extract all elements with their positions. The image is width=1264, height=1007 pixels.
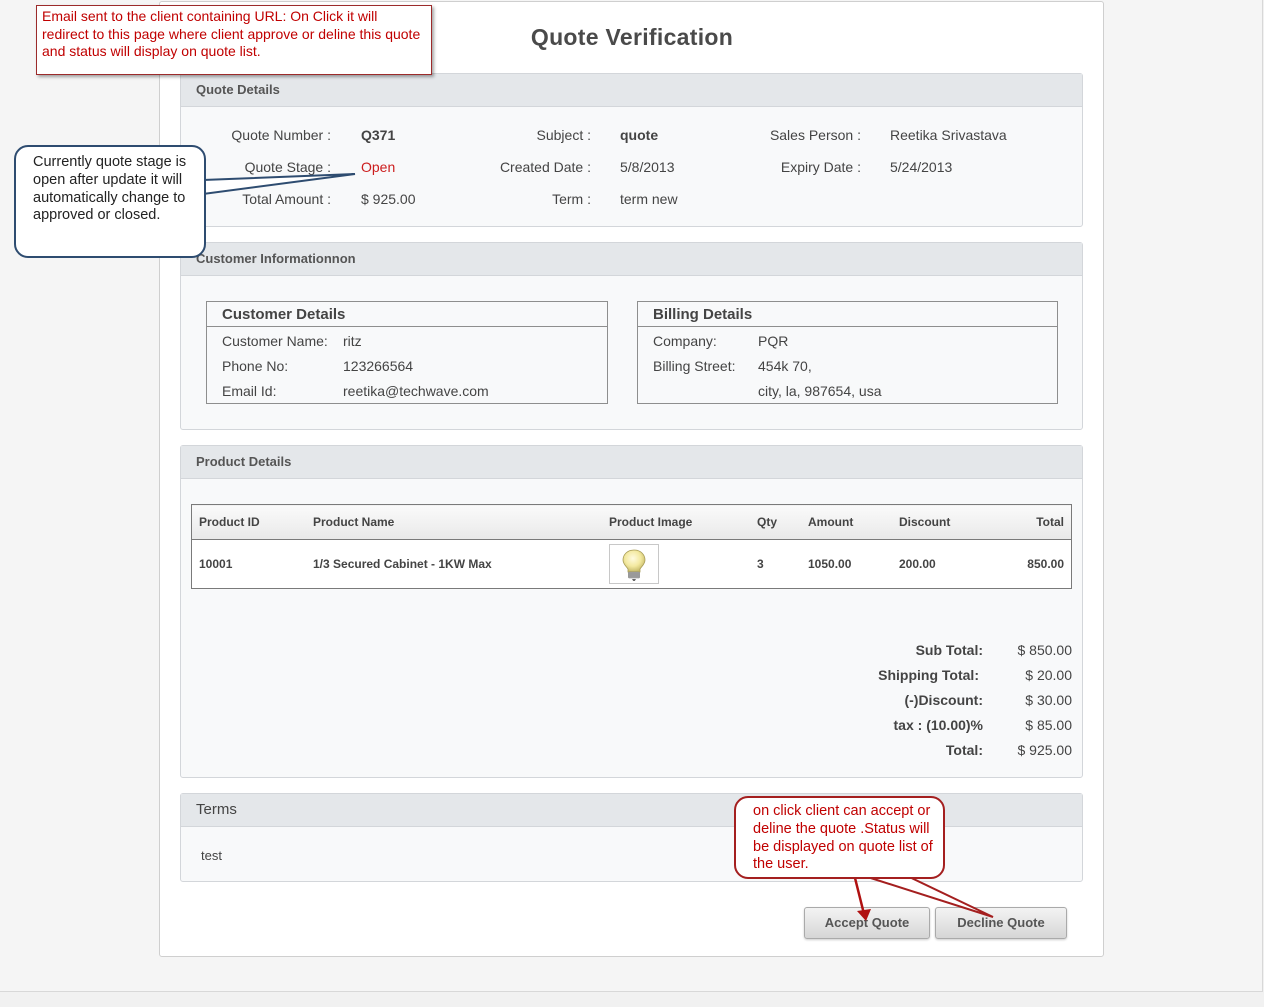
billing-details-title: Billing Details — [638, 302, 1057, 327]
subject-value: quote — [620, 127, 659, 143]
total-amount-value: $ 925.00 — [361, 191, 416, 207]
col-product-name: Product Name — [306, 504, 602, 540]
customer-details-title: Customer Details — [207, 302, 607, 327]
phone-value: 123266564 — [343, 358, 414, 374]
cell-amount: 1050.00 — [808, 557, 852, 571]
email-value: reetika@techwave.com — [343, 383, 489, 399]
term-value: term new — [620, 191, 678, 207]
quote-number-value: Q371 — [361, 127, 396, 143]
cell-discount: 200.00 — [899, 557, 936, 571]
stage-callout-note: Currently quote stage is open after upda… — [14, 145, 206, 258]
discount-label: (-)Discount: — [904, 692, 983, 708]
col-product-id: Product ID — [191, 504, 306, 540]
email-label: Email Id: — [222, 383, 277, 399]
quote-stage-value: Open — [361, 159, 396, 175]
customer-info-panel: Customer Informationnon Customer Details… — [180, 242, 1083, 430]
grand-total-label: Total: — [945, 742, 983, 758]
shipping-total-value: $ 20.00 — [1025, 667, 1072, 683]
cell-product-image — [602, 540, 750, 589]
terms-text: test — [201, 848, 222, 863]
total-amount-label: Total Amount : — [242, 191, 331, 207]
company-label: Company: — [653, 333, 717, 349]
discount-value: $ 30.00 — [1025, 692, 1072, 708]
quote-details-header: Quote Details — [181, 74, 1082, 107]
shipping-total-label: Shipping Total: — [878, 667, 979, 683]
billing-street-value: 454k 70, — [758, 358, 812, 374]
sub-total-label: Sub Total: — [915, 642, 983, 658]
expiry-date-value: 5/24/2013 — [890, 159, 953, 175]
decline-quote-button[interactable]: Decline Quote — [935, 907, 1067, 939]
terms-panel: Terms test — [180, 793, 1083, 882]
quote-verification-page: Quote Verification Quote Details Quote N… — [159, 1, 1104, 957]
quote-stage-label: Quote Stage : — [244, 159, 331, 175]
created-date-value: 5/8/2013 — [620, 159, 675, 175]
cell-total: 850.00 — [1027, 557, 1064, 571]
term-label: Term : — [552, 191, 591, 207]
subject-label: Subject : — [536, 127, 591, 143]
col-product-image: Product Image — [602, 504, 750, 540]
expiry-date-label: Expiry Date : — [780, 159, 861, 175]
product-details-panel: Product Details Product ID Product Name … — [180, 445, 1083, 778]
quote-number-label: Quote Number : — [231, 127, 331, 143]
sales-person-value: Reetika Srivastava — [890, 127, 1007, 143]
cell-product-name: 1/3 Secured Cabinet - 1KW Max — [313, 557, 492, 571]
sales-person-label: Sales Person : — [769, 127, 861, 143]
cell-product-id: 10001 — [199, 557, 233, 571]
table-row: 10001 1/3 Secured Cabinet - 1KW Max 3 10… — [192, 540, 1072, 589]
products-header-row: Product ID Product Name Product Image Qt… — [191, 504, 1072, 540]
cell-qty: 3 — [757, 557, 764, 571]
billing-details-box: Billing Details Company: PQR Billing Str… — [637, 301, 1058, 404]
product-thumbnail[interactable] — [609, 544, 659, 584]
accept-quote-button[interactable]: Accept Quote — [804, 907, 930, 939]
products-table: Product ID Product Name Product Image Qt… — [191, 504, 1072, 589]
email-annotation-note: Email sent to the client containing URL:… — [36, 5, 432, 75]
quote-details-panel: Quote Details Quote Number : Q371 Quote … — [180, 73, 1083, 227]
created-date-label: Created Date : — [499, 159, 591, 175]
customer-name-value: ritz — [343, 333, 362, 349]
customer-details-box: Customer Details Customer Name: ritz Pho… — [206, 301, 608, 404]
col-discount: Discount — [892, 504, 1006, 540]
product-details-header: Product Details — [181, 446, 1082, 479]
tax-label: tax : (10.00)% — [893, 717, 983, 733]
customer-info-header: Customer Informationnon — [181, 243, 1082, 276]
billing-street-value-2: city, la, 987654, usa — [758, 383, 882, 399]
col-total: Total — [1006, 504, 1072, 540]
phone-label: Phone No: — [222, 358, 289, 374]
customer-name-label: Customer Name: — [222, 333, 328, 349]
company-value: PQR — [758, 333, 789, 349]
col-amount: Amount — [801, 504, 892, 540]
tax-value: $ 85.00 — [1025, 717, 1072, 733]
sub-total-value: $ 850.00 — [1017, 642, 1073, 658]
col-qty: Qty — [750, 504, 801, 540]
billing-street-label: Billing Street: — [653, 358, 736, 374]
action-callout-note: on click client can accept or deline the… — [734, 796, 945, 879]
terms-header: Terms — [181, 794, 1082, 827]
light-bulb-icon — [622, 549, 646, 581]
grand-total-value: $ 925.00 — [1017, 742, 1073, 758]
